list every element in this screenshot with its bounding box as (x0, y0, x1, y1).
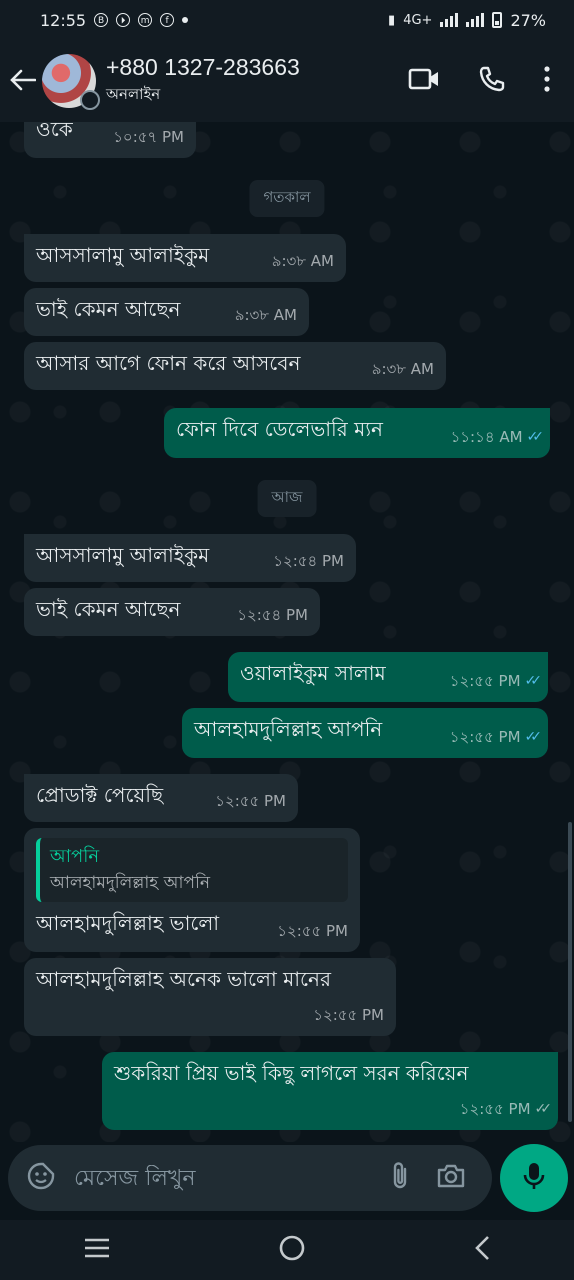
message-input-container[interactable] (8, 1145, 492, 1211)
back-arrow-icon[interactable] (10, 65, 37, 98)
message-incoming[interactable]: আলহামদুলিল্লাহ অনেক ভালো মানের ১২:৫৫ PM (24, 958, 396, 1036)
video-call-icon[interactable] (408, 68, 440, 94)
more-notifications-icon (182, 17, 189, 23)
read-tick-icon: ✓✓ (524, 673, 543, 689)
vibrate-icon: ▮ (388, 12, 396, 28)
message-input[interactable] (72, 1164, 390, 1192)
message-outgoing[interactable]: আলহামদুলিল্লাহ আপনি ১২:৫৫ PM ✓✓ (182, 708, 548, 758)
message-text: ওয়ালাইকুম সালাম (240, 661, 386, 685)
quote-text: আলহামদুলিল্লাহ আপনি (50, 873, 210, 893)
attach-icon[interactable] (390, 1161, 410, 1195)
message-incoming[interactable]: আসসালামু আলাইকুম ১২:৫৪ PM (24, 534, 356, 582)
scrollbar[interactable] (568, 822, 572, 1122)
battery-level: 27% (510, 10, 546, 30)
system-nav-bar (0, 1220, 574, 1280)
message-time: ১০:৫৭ PM (113, 128, 184, 146)
messenger-icon: m (138, 13, 153, 27)
message-text: ভাই কেমন আছেন (36, 597, 181, 621)
message-incoming-reply[interactable]: আপনি আলহামদুলিল্লাহ আপনি আলহামদুলিল্লাহ … (24, 828, 360, 952)
camera-icon[interactable] (436, 1163, 466, 1193)
message-time: ১২:৫৪ PM (273, 552, 344, 570)
message-time: ১২:৫৫ PM (449, 672, 521, 690)
status-bar: 12:55 B ⏵ m f ▮ 4G+ 27% (0, 0, 574, 40)
message-text: আলহামদুলিল্লাহ ভালো (36, 911, 220, 935)
message-time: ১২:৫৫ PM (313, 1006, 384, 1024)
message-text: আসসালামু আলাইকুম (36, 243, 210, 267)
message-outgoing[interactable]: ওয়ালাইকুম সালাম ১২:৫৫ PM ✓✓ (228, 652, 548, 702)
delivered-tick-icon: ✓✓ (534, 1101, 553, 1117)
message-incoming[interactable]: ভাই কেমন আছেন ১২:৫৪ PM (24, 588, 320, 636)
message-incoming[interactable]: ওকে ১০:৫৭ PM (24, 122, 196, 158)
message-text: আসার আগে ফোন করে আসবেন (36, 351, 301, 375)
message-incoming[interactable]: আসার আগে ফোন করে আসবেন ৯:৩৮ AM (24, 342, 446, 390)
message-incoming[interactable]: ভাই কেমন আছেন ৯:৩৮ AM (24, 288, 309, 336)
date-separator-today: আজ (257, 480, 317, 517)
message-time: ১২:৫৫ PM (449, 728, 521, 746)
message-text: ভাই কেমন আছেন (36, 297, 181, 321)
message-text: আসসালামু আলাইকুম (36, 543, 210, 567)
message-time: ৯:৩৮ AM (271, 252, 334, 270)
message-outgoing[interactable]: ফোন দিবে ডেলেভারি ম্যন ১১:১৪ AM ✓✓ (164, 408, 550, 458)
sticker-emoji-icon[interactable] (26, 1161, 56, 1195)
message-text: আলহামদুলিল্লাহ অনেক ভালো মানের (36, 967, 331, 991)
battery-icon (492, 12, 503, 28)
clock: 12:55 (40, 10, 87, 30)
message-text: প্রোডাক্ট পেয়েছি (36, 783, 164, 807)
message-time: ১২:৫৫ PM (459, 1100, 531, 1118)
avatar[interactable] (42, 54, 100, 110)
chat-header: +880 1327-283663 অনলাইন (0, 40, 574, 122)
voice-call-icon[interactable] (478, 65, 506, 97)
date-separator-yesterday: গতকাল (249, 180, 325, 217)
chat-area[interactable]: ওকে ১০:৫৭ PM গতকাল আসসালামু আলাইকুম ৯:৩৮… (0, 122, 574, 1142)
online-status: অনলাইন (106, 85, 161, 103)
message-time: ১২:৫৫ PM (277, 922, 348, 940)
message-time: ১২:৫৫ PM (215, 792, 286, 810)
home-icon[interactable] (278, 1234, 306, 1266)
read-tick-icon: ✓✓ (526, 429, 545, 445)
facebook-icon: f (160, 13, 175, 27)
read-tick-icon: ✓✓ (524, 729, 543, 745)
message-incoming[interactable]: আসসালামু আলাইকুম ৯:৩৮ AM (24, 234, 346, 282)
recent-apps-icon[interactable] (83, 1237, 111, 1263)
composer (0, 1142, 574, 1220)
message-text: আলহামদুলিল্লাহ আপনি (194, 717, 383, 741)
notification-b-icon: B (94, 13, 109, 27)
contact-info[interactable]: +880 1327-283663 অনলাইন (106, 54, 408, 108)
message-text: ওকে (36, 122, 73, 141)
message-time: ১২:৫৪ PM (237, 606, 308, 624)
notification-play-icon: ⏵ (116, 13, 131, 27)
message-incoming[interactable]: প্রোডাক্ট পেয়েছি ১২:৫৫ PM (24, 774, 298, 822)
message-text: ফোন দিবে ডেলেভারি ম্যন (176, 417, 383, 441)
quote-author: আপনি (50, 846, 100, 867)
message-time: ৯:৩৮ AM (371, 360, 434, 378)
quoted-message[interactable]: আপনি আলহামদুলিল্লাহ আপনি (36, 838, 348, 902)
voice-record-button[interactable] (500, 1144, 568, 1212)
microphone-icon (523, 1161, 545, 1195)
contact-name: +880 1327-283663 (106, 54, 300, 80)
signal-icon (440, 13, 459, 27)
message-time: ১১:১৪ AM (450, 428, 523, 446)
more-options-icon[interactable] (544, 66, 550, 96)
status-ring-icon (80, 90, 100, 110)
message-time: ৯:৩৮ AM (234, 306, 297, 324)
back-nav-icon[interactable] (473, 1235, 491, 1265)
network-type: 4G+ (403, 12, 433, 28)
message-outgoing[interactable]: শুকরিয়া প্রিয় ভাই কিছু লাগলে সরন করিয়… (102, 1052, 558, 1130)
signal-2-icon (466, 13, 485, 27)
message-text: শুকরিয়া প্রিয় ভাই কিছু লাগলে সরন করিয়… (114, 1061, 469, 1085)
